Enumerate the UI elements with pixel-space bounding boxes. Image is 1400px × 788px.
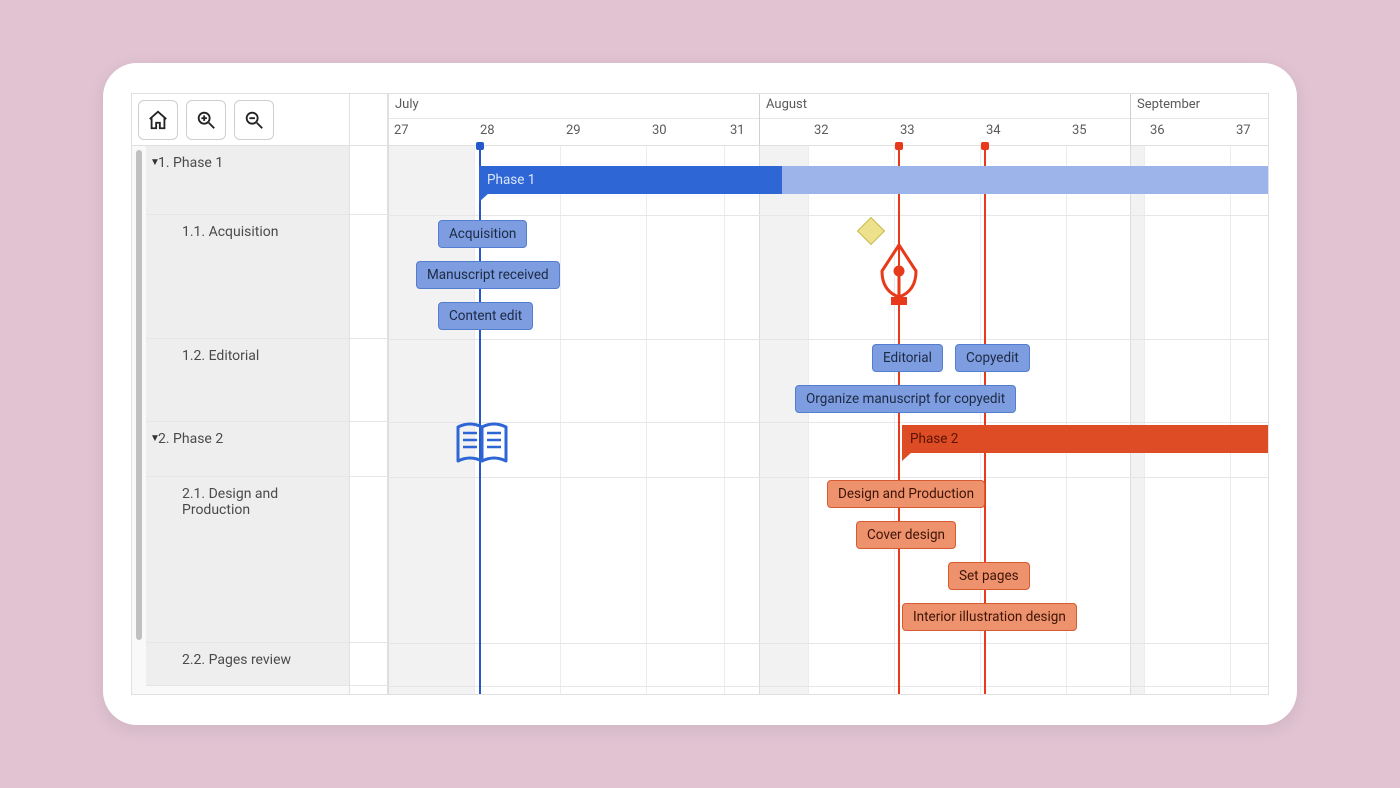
toolbar	[132, 94, 349, 146]
phase1-bar-label: Phase 1	[487, 172, 535, 188]
week-37: 37	[1230, 123, 1257, 146]
task-set-pages[interactable]: Set pages	[948, 562, 1030, 590]
task-row-phase2[interactable]: ▼ 2. Phase 2	[146, 422, 349, 477]
task-row-label: 2.1. Design and Production	[182, 486, 278, 518]
week-30: 30	[646, 123, 673, 146]
home-icon	[147, 109, 169, 131]
task-editorial[interactable]: Editorial	[872, 344, 943, 372]
task-row-label: 1. Phase 1	[158, 155, 223, 171]
caret-icon[interactable]: ▼	[150, 433, 160, 444]
week-29: 29	[560, 123, 587, 146]
week-27: 27	[388, 123, 415, 146]
task-list: ▼ 1. Phase 1 1.1. Acquisition 1.2. Edito…	[132, 146, 349, 694]
task-row-label: 2.2. Pages review	[182, 652, 291, 668]
phase1-summary-bar[interactable]: Phase 1	[479, 166, 1268, 194]
zoom-out-button[interactable]	[234, 100, 274, 140]
week-31: 31	[724, 123, 751, 146]
task-row-design[interactable]: 2.1. Design and Production	[146, 477, 349, 643]
task-row-label: 1.1. Acquisition	[182, 224, 278, 240]
week-36: 36	[1144, 123, 1171, 146]
task-list-panel: ▼ 1. Phase 1 1.1. Acquisition 1.2. Edito…	[132, 94, 350, 694]
caret-icon[interactable]: ▼	[150, 157, 160, 168]
zoom-in-icon	[195, 109, 217, 131]
zoom-out-icon	[243, 109, 265, 131]
task-cover-design[interactable]: Cover design	[856, 521, 956, 549]
task-interior-illustration[interactable]: Interior illustration design	[902, 603, 1077, 631]
task-acquisition[interactable]: Acquisition	[438, 220, 527, 248]
task-row-acquisition[interactable]: 1.1. Acquisition	[146, 215, 349, 339]
scrollbar-thumb[interactable]	[136, 150, 142, 640]
phase2-summary-bar[interactable]: Phase 2	[902, 425, 1268, 453]
app-frame: ▼ 1. Phase 1 1.1. Acquisition 1.2. Edito…	[103, 63, 1297, 725]
week-32: 32	[808, 123, 835, 146]
task-row-label: 1.2. Editorial	[182, 348, 259, 364]
task-organize-manuscript[interactable]: Organize manuscript for copyedit	[795, 385, 1016, 413]
home-button[interactable]	[138, 100, 178, 140]
task-row-pages-review[interactable]: 2.2. Pages review	[146, 643, 349, 686]
month-august: August	[759, 94, 813, 145]
task-design-production[interactable]: Design and Production	[827, 480, 985, 508]
timeline-body[interactable]: Phase 1 Phase 2 Acquisition Manuscript r…	[388, 146, 1268, 694]
timeline[interactable]: July August September 27 28 29 30 31 32 …	[388, 94, 1268, 694]
week-35: 35	[1066, 123, 1093, 146]
task-row-phase1[interactable]: ▼ 1. Phase 1	[146, 146, 349, 215]
task-row-label: 2. Phase 2	[158, 431, 223, 447]
zoom-in-button[interactable]	[186, 100, 226, 140]
phase2-bar-label: Phase 2	[910, 431, 958, 447]
deadline-marker-1[interactable]	[898, 146, 900, 694]
task-copyedit[interactable]: Copyedit	[955, 344, 1030, 372]
timeline-header: July August September 27 28 29 30 31 32 …	[388, 94, 1268, 146]
task-content-edit[interactable]: Content edit	[438, 302, 533, 330]
milestone-marker[interactable]	[857, 217, 885, 245]
gantt-container: ▼ 1. Phase 1 1.1. Acquisition 1.2. Edito…	[131, 93, 1269, 695]
task-manuscript-received[interactable]: Manuscript received	[416, 261, 560, 289]
task-row-editorial[interactable]: 1.2. Editorial	[146, 339, 349, 422]
spacer-column	[350, 94, 388, 694]
